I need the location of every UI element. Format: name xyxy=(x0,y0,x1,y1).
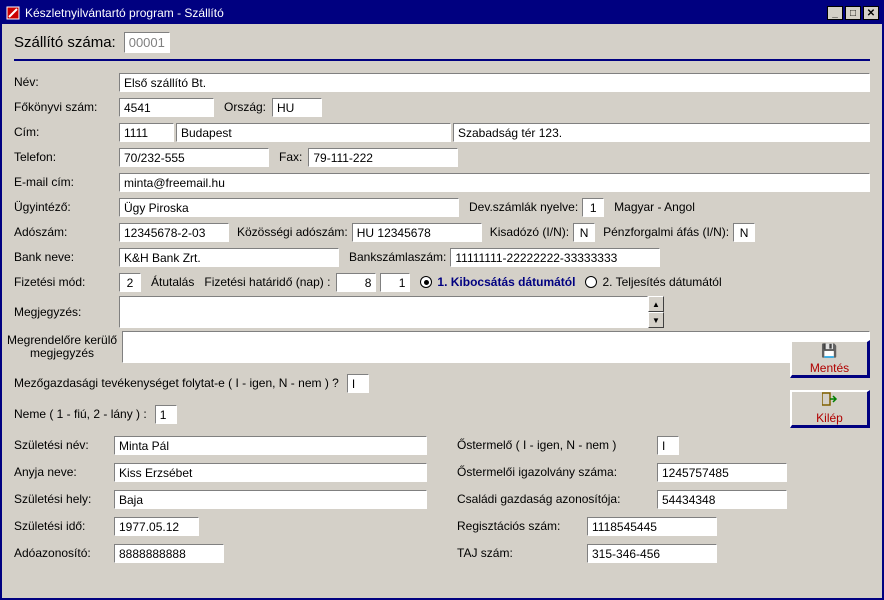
payment-deadline-field-1[interactable]: 8 xyxy=(336,273,376,292)
close-button[interactable]: ✕ xyxy=(863,6,879,20)
maximize-button[interactable]: □ xyxy=(845,6,861,20)
fax-label: Fax: xyxy=(279,150,302,164)
eu-tax-field[interactable]: HU 12345678 xyxy=(352,223,482,242)
contact-label: Ügyintéző: xyxy=(14,200,119,214)
email-field[interactable]: minta@freemail.hu xyxy=(119,173,870,192)
ledger-field[interactable]: 4541 xyxy=(119,98,214,117)
family-farm-label: Családi gazdaság azonosítója: xyxy=(457,492,657,506)
contact-field[interactable]: Ügy Piroska xyxy=(119,198,459,217)
order-note-label: Megrendelőre kerülő megjegyzés xyxy=(2,334,122,360)
supplier-number-label: Szállító száma: xyxy=(14,34,116,51)
titlebar: Készletnyilvántartó program - Szállító _… xyxy=(2,2,882,24)
city-field[interactable]: Budapest xyxy=(176,123,451,142)
agriculture-label: Mezőgazdasági tevékenységet folytat-e ( … xyxy=(14,376,339,390)
divider xyxy=(14,59,870,61)
birth-name-label: Születési név: xyxy=(14,438,114,452)
payment-mode-field[interactable]: 2 xyxy=(119,273,141,292)
producer-id-field[interactable]: 1245757485 xyxy=(657,463,787,482)
invoice-lang-text: Magyar - Angol xyxy=(614,200,695,214)
note-field[interactable] xyxy=(119,296,648,328)
zip-field[interactable]: 1111 xyxy=(119,123,174,142)
agriculture-field[interactable]: I xyxy=(347,374,369,393)
birth-place-field[interactable]: Baja xyxy=(114,490,427,509)
cash-vat-field[interactable]: N xyxy=(733,223,755,242)
phone-field[interactable]: 70/232-555 xyxy=(119,148,269,167)
phone-label: Telefon: xyxy=(14,150,119,164)
window-title: Készletnyilvántartó program - Szállító xyxy=(25,6,827,20)
cash-vat-label: Pénzforgalmi áfás (I/N): xyxy=(603,225,729,239)
bank-field[interactable]: K&H Bank Zrt. xyxy=(119,248,339,267)
supplier-number-field[interactable]: 00001 xyxy=(124,32,170,53)
app-icon xyxy=(5,5,21,21)
invoice-lang-label: Dev.számlák nyelve: xyxy=(469,200,578,214)
birth-date-label: Születési idő: xyxy=(14,519,114,533)
exit-button[interactable]: Kilép xyxy=(790,390,870,428)
transfer-label: Átutalás xyxy=(151,275,194,289)
producer-field[interactable]: I xyxy=(657,436,679,455)
eu-tax-label: Közösségi adószám: xyxy=(237,225,348,239)
scroll-up-icon[interactable]: ▲ xyxy=(648,296,664,312)
tax-field[interactable]: 12345678-2-03 xyxy=(119,223,229,242)
radio-fulfillment-date-label: 2. Teljesítés dátumától xyxy=(602,275,721,289)
bank-label: Bank neve: xyxy=(14,250,119,264)
ssn-field[interactable]: 315-346-456 xyxy=(587,544,717,563)
save-button-label: Mentés xyxy=(810,361,849,375)
gender-field[interactable]: 1 xyxy=(155,405,177,424)
birth-date-field[interactable]: 1977.05.12 xyxy=(114,517,199,536)
payment-deadline-label: Fizetési határidő (nap) : xyxy=(204,275,330,289)
country-label: Ország: xyxy=(224,100,266,114)
small-tax-field[interactable]: N xyxy=(573,223,595,242)
radio-issue-date-label: 1. Kibocsátás dátumától xyxy=(437,275,575,289)
gender-label: Neme ( 1 - fiú, 2 - lány ) : xyxy=(14,407,147,421)
scroll-down-icon[interactable]: ▼ xyxy=(648,312,664,328)
radio-fulfillment-date[interactable] xyxy=(585,276,597,288)
small-tax-label: Kisadózó (I/N): xyxy=(490,225,569,239)
street-field[interactable]: Szabadság tér 123. xyxy=(453,123,870,142)
payment-deadline-field-2[interactable]: 1 xyxy=(380,273,410,292)
bank-account-label: Bankszámlaszám: xyxy=(349,250,446,264)
ledger-label: Főkönyvi szám: xyxy=(14,100,119,114)
mother-name-label: Anyja neve: xyxy=(14,465,114,479)
birth-name-field[interactable]: Minta Pál xyxy=(114,436,427,455)
country-field[interactable]: HU xyxy=(272,98,322,117)
radio-issue-date[interactable] xyxy=(420,276,432,288)
name-label: Név: xyxy=(14,75,119,89)
email-label: E-mail cím: xyxy=(14,175,119,189)
birth-place-label: Születési hely: xyxy=(14,492,114,506)
reg-number-label: Regisztációs szám: xyxy=(457,519,587,533)
name-field[interactable]: Első szállító Bt. xyxy=(119,73,870,92)
tax-label: Adószám: xyxy=(14,225,119,239)
exit-icon xyxy=(822,392,838,409)
order-note-field[interactable] xyxy=(122,331,870,363)
payment-mode-label: Fizetési mód: xyxy=(14,275,119,289)
invoice-lang-field[interactable]: 1 xyxy=(582,198,604,217)
producer-id-label: Őstermelői igazolvány száma: xyxy=(457,465,657,479)
address-label: Cím: xyxy=(14,125,119,139)
supplier-window: Készletnyilvántartó program - Szállító _… xyxy=(0,0,884,600)
exit-button-label: Kilép xyxy=(816,411,843,425)
producer-label: Őstermelő ( I - igen, N - nem ) xyxy=(457,438,657,452)
tax-id-label: Adóazonosító: xyxy=(14,546,114,560)
fax-field[interactable]: 79-111-222 xyxy=(308,148,458,167)
reg-number-field[interactable]: 1118545445 xyxy=(587,517,717,536)
family-farm-field[interactable]: 54434348 xyxy=(657,490,787,509)
bank-account-field[interactable]: 11111111-22222222-33333333 xyxy=(450,248,660,267)
tax-id-field[interactable]: 8888888888 xyxy=(114,544,224,563)
floppy-icon: 💾 xyxy=(821,343,837,359)
save-button[interactable]: 💾 Mentés xyxy=(790,340,870,378)
mother-name-field[interactable]: Kiss Erzsébet xyxy=(114,463,427,482)
ssn-label: TAJ szám: xyxy=(457,546,587,560)
note-label: Megjegyzés: xyxy=(14,305,119,319)
minimize-button[interactable]: _ xyxy=(827,6,843,20)
